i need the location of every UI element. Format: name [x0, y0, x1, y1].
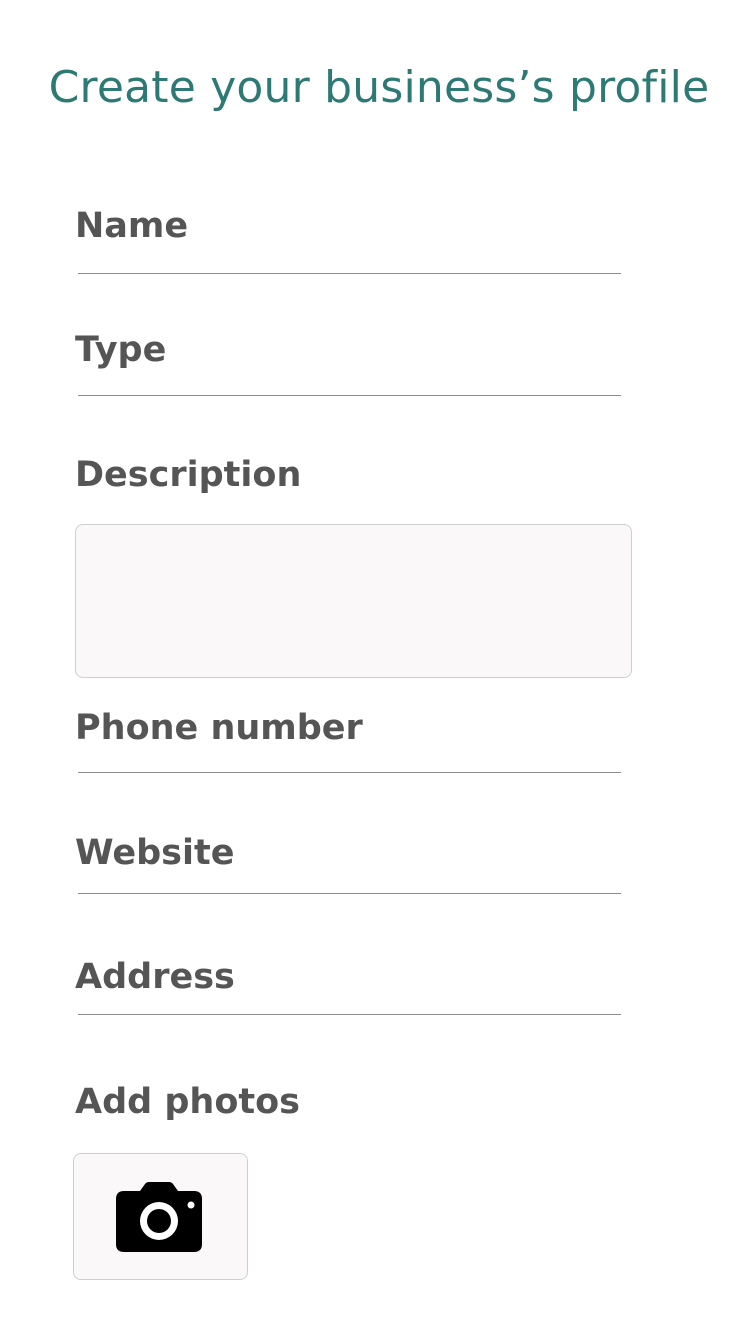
- phone-number-field[interactable]: [78, 742, 621, 773]
- type-field[interactable]: [78, 365, 621, 396]
- name-label: Name: [75, 206, 189, 246]
- website-field[interactable]: [78, 863, 621, 894]
- add-photos-label: Add photos: [75, 1082, 301, 1122]
- camera-icon: [116, 1181, 202, 1252]
- page-title: Create your business’s profile: [48, 62, 710, 113]
- description-label: Description: [75, 455, 302, 495]
- type-label: Type: [75, 330, 167, 370]
- address-field[interactable]: [78, 984, 621, 1015]
- name-field[interactable]: [78, 243, 621, 274]
- add-photos-button[interactable]: [73, 1153, 248, 1280]
- description-field[interactable]: [75, 524, 632, 678]
